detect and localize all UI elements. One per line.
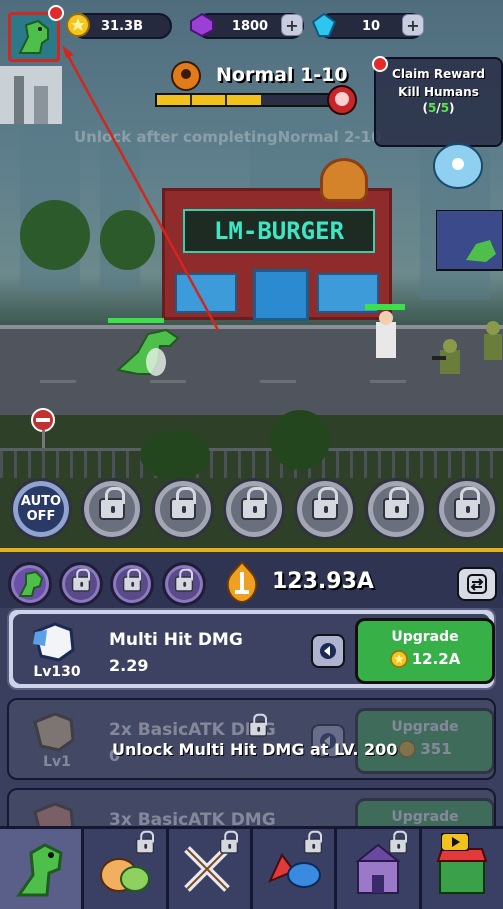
upgrade-name: Multi Hit DMG <box>109 630 243 650</box>
upgrade-name: 3x BasicATK DMG <box>109 810 276 826</box>
upgrade-level: Lv130 <box>33 664 81 680</box>
upgrade-level: Lv1 <box>43 754 71 770</box>
dinosaur-icon <box>15 843 63 897</box>
attack-power-icon <box>226 560 258 604</box>
nav-equipment[interactable] <box>168 829 253 909</box>
dinosaur-icon <box>18 570 44 597</box>
video-ad-icon <box>440 833 469 851</box>
upgrade-button-label: Upgrade <box>391 719 459 735</box>
lock-icon <box>248 713 268 737</box>
fist-icon <box>33 712 75 752</box>
lock-icon <box>304 830 323 854</box>
lock-icon <box>174 568 194 592</box>
upgrade-button: Upgrade <box>355 798 495 826</box>
collapse-panel-button[interactable] <box>457 567 497 601</box>
attack-power-value: 123.93A <box>272 569 374 594</box>
lock-icon <box>388 830 407 854</box>
tab-locked[interactable] <box>59 562 103 606</box>
upgrade-button[interactable]: Upgrade 12.2A <box>355 618 495 684</box>
gold-coin-icon <box>398 740 417 758</box>
upgrade-value: 2.29 <box>109 656 149 675</box>
nav-pets[interactable] <box>84 829 169 909</box>
upgrade-tab-bar: 123.93A <box>0 548 503 608</box>
upgrade-button-label: Upgrade <box>391 629 459 645</box>
upgrade-cost: 12.2A <box>358 650 492 668</box>
upgrade-card-3x-basic-atk: 3x BasicATK DMG Upgrade <box>7 788 496 826</box>
tutorial-arrow <box>62 45 220 331</box>
upgrade-cost-value: 12.2A <box>411 650 461 668</box>
unlock-note: Unlock Multi Hit DMG at LV. 200 <box>112 740 398 759</box>
nav-castle[interactable] <box>337 829 422 909</box>
lock-icon <box>122 568 142 592</box>
upgrade-card-multi-hit: Lv130 Multi Hit DMG 2.29 Upgrade 12.2A <box>7 608 496 690</box>
nav-shop[interactable] <box>421 829 503 909</box>
gold-coin-icon <box>389 650 408 668</box>
arrow-left-icon <box>320 643 336 659</box>
lock-icon <box>71 568 91 592</box>
game-stage: LM-BURGER Unlock after completingNormal … <box>0 0 503 548</box>
tab-monster[interactable] <box>8 562 52 606</box>
tab-locked[interactable] <box>162 562 206 606</box>
swap-icon <box>467 574 487 594</box>
tab-locked[interactable] <box>110 562 154 606</box>
decrease-button[interactable] <box>311 634 345 668</box>
upgrade-button-label: Upgrade <box>391 809 459 825</box>
upgrade-list: Lv130 Multi Hit DMG 2.29 Upgrade 12.2A L… <box>0 608 503 826</box>
lock-icon <box>135 830 154 854</box>
fist-icon <box>33 622 75 662</box>
bottom-navigation <box>0 826 503 909</box>
lock-icon <box>219 830 239 854</box>
upgrade-cost-value: 351 <box>420 740 452 758</box>
fist-icon <box>33 802 75 826</box>
nav-monster[interactable] <box>0 829 85 909</box>
upgrade-card-2x-basic-atk: Lv1 2x BasicATK DMG 0 Upgrade 351 <box>7 698 496 780</box>
nav-skills[interactable] <box>252 829 338 909</box>
